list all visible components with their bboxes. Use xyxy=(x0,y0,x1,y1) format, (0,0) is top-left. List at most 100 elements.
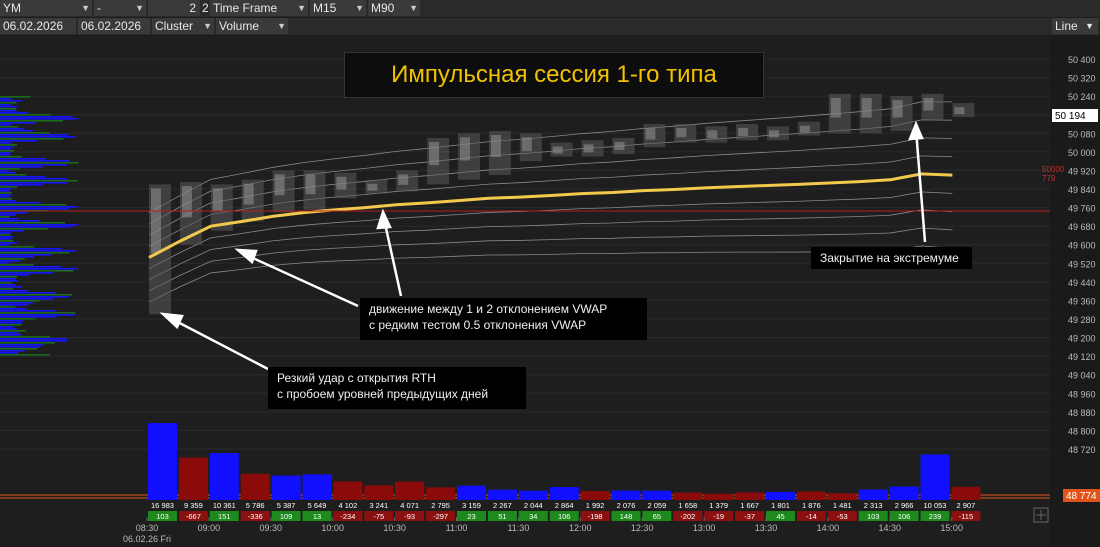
date-from-label: 06.02.2026 xyxy=(3,19,64,33)
x-tick-label: 09:30 xyxy=(260,523,283,533)
profile-bar xyxy=(0,318,36,320)
volume-bar xyxy=(920,454,950,500)
profile-bar xyxy=(0,122,36,124)
candle-poc xyxy=(769,130,779,138)
profile-bar xyxy=(0,280,18,282)
candle-poc xyxy=(861,97,872,118)
delta-label: 65 xyxy=(653,512,661,521)
symbol-select[interactable]: YM ▼ xyxy=(0,0,92,16)
profile-bar xyxy=(0,218,19,220)
volume-label: 1 658 xyxy=(678,501,697,510)
profile-bar xyxy=(0,278,16,280)
y-tick-label: 49 760 xyxy=(1068,204,1096,214)
callout-vwap-movement: движение между 1 и 2 отклонением VWAP с … xyxy=(360,298,647,340)
profile-bar xyxy=(0,152,11,154)
profile-bar xyxy=(0,96,31,98)
profile-bar xyxy=(0,352,18,354)
y-tick-label: 48 960 xyxy=(1068,389,1096,399)
profile-bar xyxy=(0,98,12,100)
profile-bar xyxy=(0,252,70,254)
volume-bar xyxy=(673,492,703,500)
volume-bar xyxy=(271,475,301,500)
line-button[interactable]: Line ▼ xyxy=(1052,18,1098,34)
x-tick-label: 11:00 xyxy=(446,523,468,533)
chart-mode-label: Cluster xyxy=(155,19,194,33)
profile-bar xyxy=(0,104,12,106)
volume-label: 1 801 xyxy=(771,501,790,510)
candle-poc xyxy=(367,183,378,191)
profile-bar xyxy=(0,196,10,198)
volume-label: 2 059 xyxy=(648,501,667,510)
profile-bar xyxy=(0,270,74,272)
candle-poc xyxy=(274,174,285,196)
candle-poc xyxy=(429,141,440,166)
y-tick-label: 49 280 xyxy=(1068,315,1096,325)
profile-bar xyxy=(0,224,79,226)
candle-poc xyxy=(583,144,594,153)
x-tick-label: 08:30 xyxy=(136,523,159,533)
x-tick-label: 12:00 xyxy=(569,523,592,533)
profile-bar xyxy=(0,302,33,304)
profile-bar xyxy=(0,282,12,284)
candle-poc xyxy=(954,107,965,115)
volume-bar xyxy=(148,423,177,500)
tf2-select[interactable]: M90 ▼ xyxy=(368,0,420,16)
candle-poc xyxy=(521,137,532,152)
profile-bar xyxy=(0,136,76,138)
y-tick-label: 49 120 xyxy=(1068,352,1096,362)
profile-bar xyxy=(0,242,18,244)
profile-bar xyxy=(0,342,55,344)
field2-select[interactable]: - ▼ xyxy=(94,0,146,16)
delta-label: 23 xyxy=(467,512,475,521)
profile-bar xyxy=(0,114,51,116)
candle-poc xyxy=(151,188,161,254)
callout-vwap-line2: с редким тестом 0.5 отклонения VWAP xyxy=(369,318,587,332)
profile-bar xyxy=(0,290,29,292)
volume-bar xyxy=(827,493,857,500)
tf1-select[interactable]: M15 ▼ xyxy=(310,0,366,16)
volume-bar xyxy=(796,491,826,500)
profile-bar xyxy=(0,254,52,256)
profile-bar xyxy=(0,162,79,164)
profile-bar xyxy=(0,138,64,140)
field3-spinner[interactable]: 2 xyxy=(148,0,200,16)
profile-bar xyxy=(0,314,75,316)
date-to-field[interactable]: 06.02.2026 xyxy=(78,18,150,34)
profile-bar xyxy=(0,228,49,230)
profile-bar xyxy=(0,118,79,120)
delta-label: 103 xyxy=(156,512,169,521)
profile-bar xyxy=(0,310,57,312)
profile-bar xyxy=(0,256,35,258)
tf1-label: M15 xyxy=(313,1,337,15)
delta-label: 13 xyxy=(313,512,321,521)
delta-label: 239 xyxy=(929,512,942,521)
chart-area[interactable]: 16 983 103 9 359 -667 10 361 151 5 786 -336 5 38… xyxy=(0,36,1100,547)
delta-label: -297 xyxy=(433,512,448,521)
profile-bar xyxy=(0,344,45,346)
delta-label: -19 xyxy=(713,512,724,521)
profile-bar xyxy=(0,134,69,136)
profile-bar xyxy=(0,176,46,178)
timeframe-select[interactable]: Time Frame ▼ xyxy=(210,0,308,16)
date-from-field[interactable]: 06.02.2026 xyxy=(0,18,76,34)
profile-bar xyxy=(0,320,24,322)
profile-bar xyxy=(0,332,19,334)
chart-mode-select[interactable]: Cluster ▼ xyxy=(152,18,214,34)
cluster-value-select[interactable]: Volume ▼ xyxy=(216,18,288,34)
candle-poc xyxy=(892,100,903,118)
chart-title: Импульсная сессия 1-го типа xyxy=(344,52,764,98)
profile-bar xyxy=(0,222,66,224)
profile-bar xyxy=(0,140,37,142)
volume-bar xyxy=(364,485,394,500)
profile-bar xyxy=(0,244,10,246)
delta-label: 45 xyxy=(776,512,784,521)
delta-label: -115 xyxy=(959,512,973,521)
volume-label: 2 795 xyxy=(431,501,450,510)
volume-label: 2 313 xyxy=(864,501,883,510)
volume-bar xyxy=(549,487,579,500)
volume-bar xyxy=(240,473,270,500)
profile-bar xyxy=(0,328,17,330)
y-tick-label: 49 360 xyxy=(1068,296,1096,306)
volume-label: 5 786 xyxy=(246,501,265,510)
profile-bar xyxy=(0,150,15,152)
